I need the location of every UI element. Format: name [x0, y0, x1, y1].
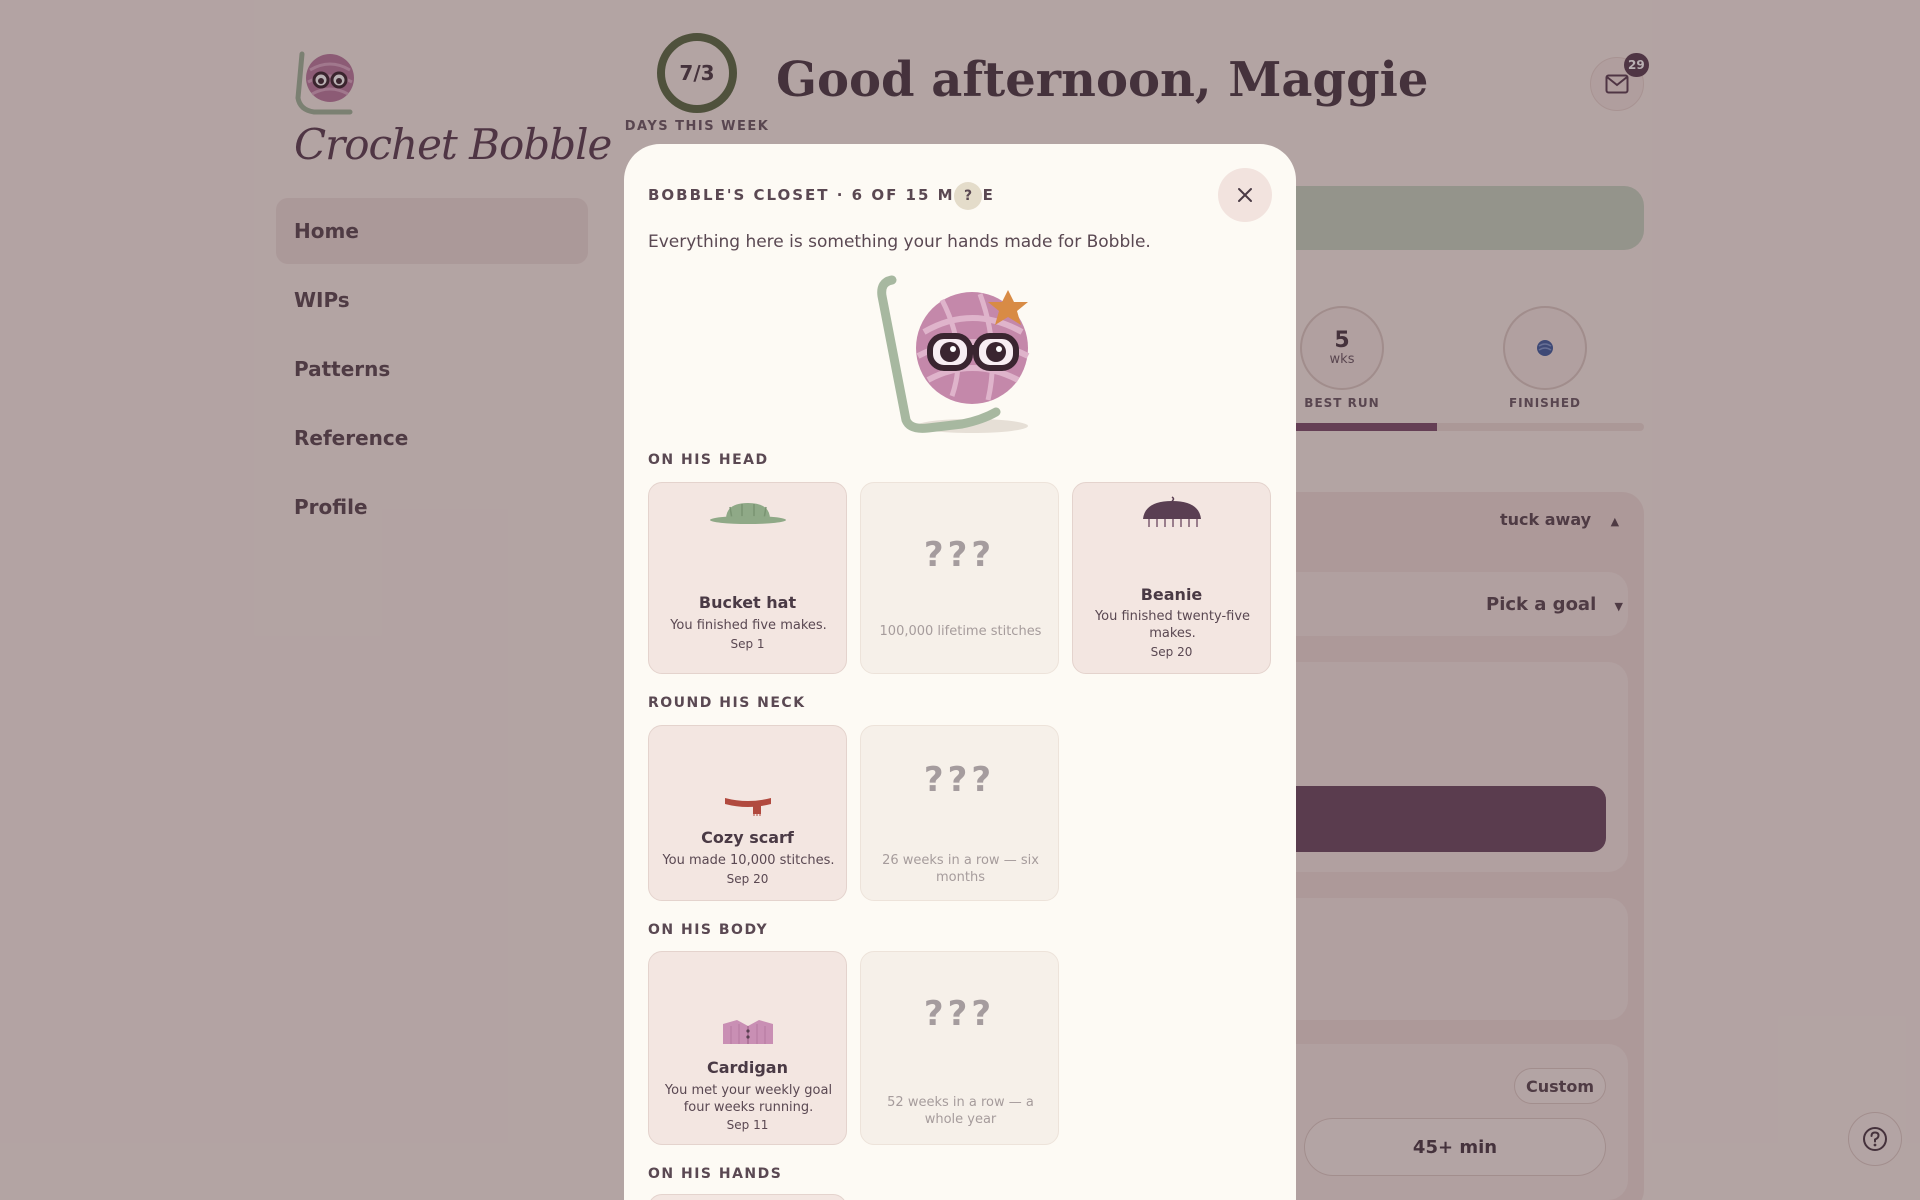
item-date: Sep 20 — [726, 872, 769, 886]
closet-item-bucket-hat[interactable]: Bucket hat You finished five makes. Sep … — [648, 482, 847, 674]
closet-item-locked[interactable]: ??? 26 weeks in a row — six months — [860, 725, 1059, 901]
locked-hint: 52 weeks in a row — a whole year — [887, 1095, 1034, 1127]
close-button[interactable] — [1218, 168, 1272, 222]
scarf-icon — [724, 798, 771, 816]
closet-item-hands[interactable] — [648, 1194, 847, 1200]
close-icon — [1238, 188, 1252, 202]
item-desc: You finished twenty-five makes. — [1094, 609, 1251, 641]
item-name: Cozy scarf — [701, 828, 794, 847]
section-hands-label: ON HIS HANDS — [648, 1166, 783, 1182]
item-name: Cardigan — [706, 1058, 788, 1077]
closet-item-cozy-scarf[interactable]: Cozy scarf You made 10,000 stitches. Sep… — [648, 725, 847, 901]
item-date: Sep 20 — [1150, 645, 1193, 659]
item-desc: You finished five makes. — [670, 618, 827, 633]
beanie-icon — [1142, 496, 1201, 527]
section-body-label: ON HIS BODY — [648, 922, 769, 938]
item-name: Bucket hat — [698, 593, 797, 612]
bucket-hat-icon — [709, 503, 786, 524]
item-date: Sep 1 — [730, 637, 765, 651]
closet-item-cardigan[interactable]: Cardigan You met your weekly goal four w… — [648, 951, 847, 1145]
closet-item-locked[interactable]: ??? 100,000 lifetime stitches — [860, 482, 1059, 674]
locked-mark: ??? — [923, 535, 996, 575]
locked-hint: 100,000 lifetime stitches — [879, 624, 1042, 639]
closet-subtitle: Everything here is something your hands … — [648, 232, 1151, 252]
closet-help-button[interactable]: ? — [954, 182, 982, 210]
cardigan-icon — [722, 1020, 773, 1044]
section-neck-label: ROUND HIS NECK — [648, 695, 806, 711]
closet-title: BOBBLE'S CLOSET · 6 OF 15 MADE — [648, 186, 995, 204]
locked-hint: 26 weeks in a row — six months — [882, 853, 1039, 885]
bobble-mascot-icon — [877, 275, 1030, 433]
item-desc: You met your weekly goal four weeks runn… — [664, 1083, 833, 1115]
closet-item-locked[interactable]: ??? 52 weeks in a row — a whole year — [860, 951, 1059, 1145]
item-desc: You made 10,000 stitches. — [662, 853, 835, 868]
locked-mark: ??? — [923, 760, 996, 800]
item-date: Sep 11 — [726, 1118, 769, 1132]
closet-modal: BOBBLE'S CLOSET · 6 OF 15 MADE ? Everyth… — [624, 144, 1296, 1200]
locked-mark: ??? — [923, 994, 996, 1034]
app-root: Crochet Bobble Home WIPs Patterns Refere… — [0, 0, 1920, 1200]
item-name: Beanie — [1140, 585, 1203, 604]
section-head-label: ON HIS HEAD — [648, 452, 769, 468]
closet-item-beanie[interactable]: Beanie You finished twenty-five makes. S… — [1072, 482, 1271, 674]
